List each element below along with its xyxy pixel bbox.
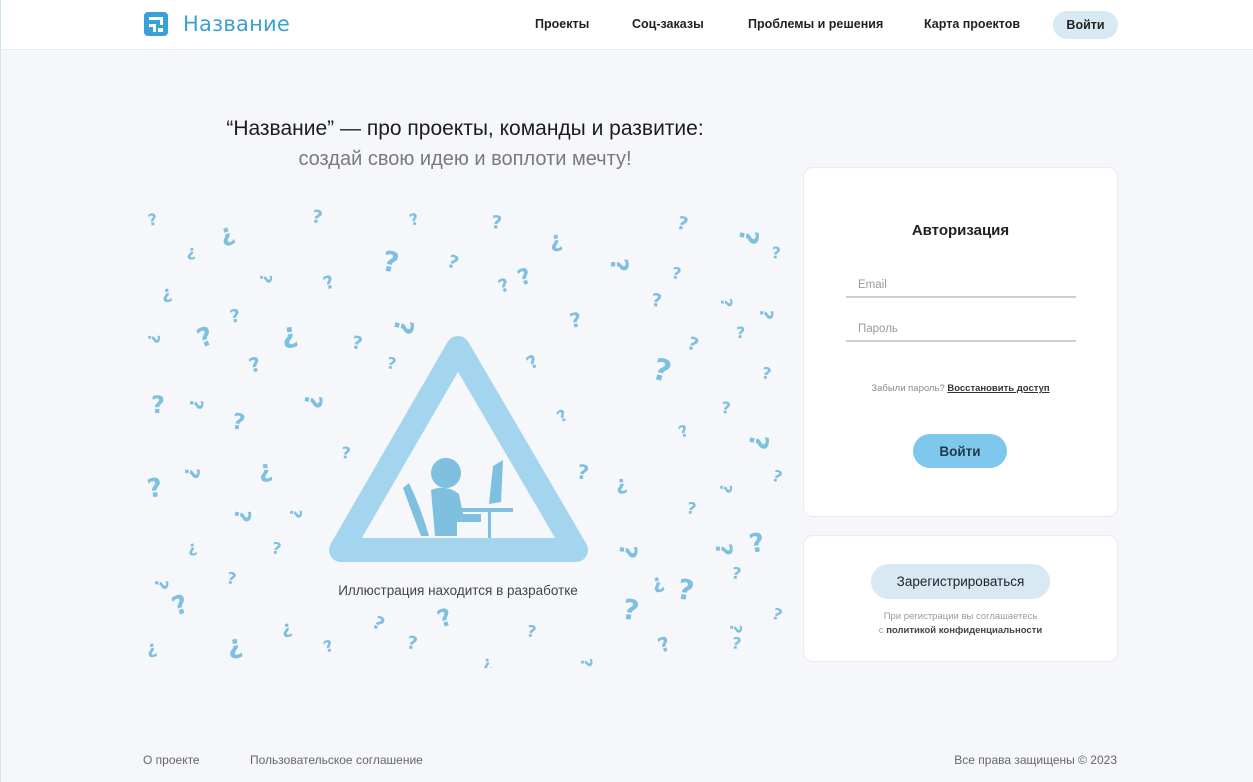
register-card: Зарегистрироваться При регистрации вы со… bbox=[803, 535, 1118, 662]
login-card: Авторизация Забыли пароль? Восстановить … bbox=[803, 167, 1118, 517]
nav-social-orders[interactable]: Соц-заказы bbox=[632, 17, 704, 31]
page-subheadline: создай свою идею и воплоти мечту! bbox=[298, 148, 632, 170]
nav-problems-solutions[interactable]: Проблемы и решения bbox=[748, 17, 883, 31]
register-note-prefix: с bbox=[878, 625, 884, 636]
nav-projects-map[interactable]: Карта проектов bbox=[924, 17, 1020, 31]
register-button[interactable]: Зарегистрироваться bbox=[871, 564, 1050, 599]
logo[interactable]: Название bbox=[143, 11, 290, 37]
email-field[interactable] bbox=[846, 274, 1076, 298]
privacy-policy-link[interactable]: политикой конфиденциальности bbox=[886, 625, 1042, 636]
login-submit-button[interactable]: Войти bbox=[913, 434, 1007, 468]
copyright: Все права защищены © 2023 bbox=[954, 753, 1117, 767]
password-field[interactable] bbox=[846, 318, 1076, 342]
footer-agreement-link[interactable]: Пользовательское соглашение bbox=[250, 753, 423, 767]
nav-projects[interactable]: Проекты bbox=[535, 17, 589, 31]
register-note: При регистрации вы соглашаетесь с полити… bbox=[804, 610, 1117, 638]
logo-text: Название bbox=[183, 12, 290, 36]
page-headline: “Название” — про проекты, команды и разв… bbox=[226, 117, 704, 140]
register-note-line1: При регистрации вы соглашаетесь bbox=[883, 611, 1038, 622]
forgot-password-text: Забыли пароль? bbox=[871, 383, 945, 394]
header-login-button[interactable]: Войти bbox=[1053, 11, 1118, 39]
top-navigation-bar: Название Проекты Соц-заказы Проблемы и р… bbox=[1, 0, 1253, 50]
restore-access-link[interactable]: Восстановить доступ bbox=[947, 383, 1049, 394]
logo-icon bbox=[144, 12, 168, 36]
login-title: Авторизация bbox=[911, 222, 1010, 239]
illustration-caption: Иллюстрация находится в разработке bbox=[338, 583, 578, 598]
footer-about-link[interactable]: О проекте bbox=[143, 753, 200, 767]
forgot-password: Забыли пароль? Восстановить доступ bbox=[804, 383, 1117, 394]
